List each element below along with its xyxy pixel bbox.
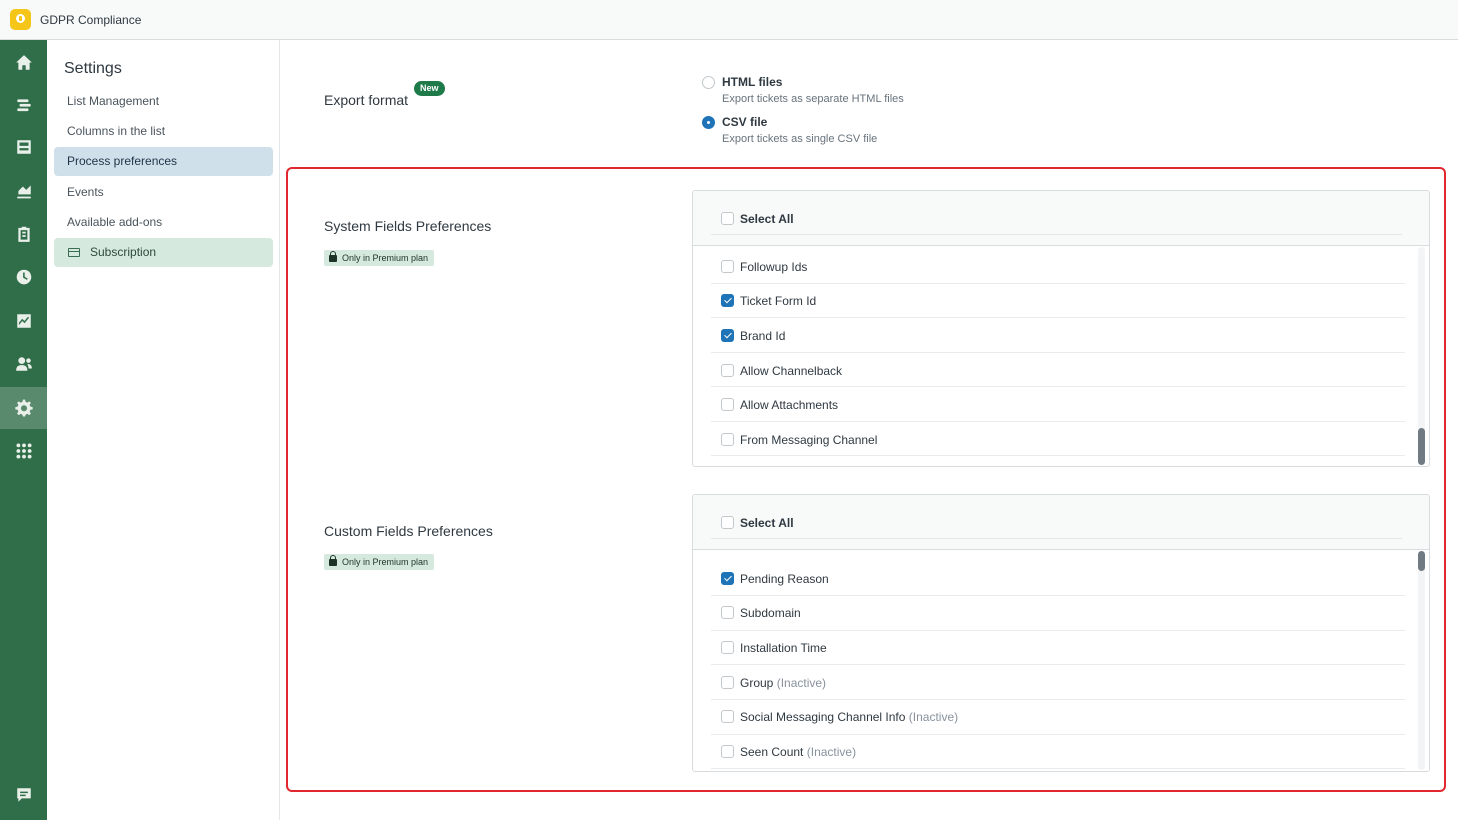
- custom-field-name: Social Messaging Channel Info: [740, 710, 906, 724]
- row-divider: [711, 768, 1405, 769]
- chat-icon[interactable]: [0, 774, 47, 816]
- product-nav-rail: [0, 40, 47, 820]
- custom-field-label: Pending Reason: [740, 572, 829, 586]
- reporting-icon[interactable]: [0, 170, 47, 212]
- custom-field-label: Installation Time: [740, 641, 827, 655]
- row-divider: [711, 595, 1405, 596]
- app-title: GDPR Compliance: [40, 13, 142, 27]
- system-field-checkbox[interactable]: [721, 260, 734, 273]
- custom-field-label: Group (Inactive): [740, 676, 826, 690]
- inactive-tag: (Inactive): [908, 710, 959, 724]
- system-field-checkbox[interactable]: [721, 329, 734, 342]
- home-icon[interactable]: [0, 42, 47, 84]
- row-divider: [711, 421, 1405, 422]
- system-fields-title: System Fields Preferences: [324, 218, 492, 234]
- system-scrollbar-thumb[interactable]: [1418, 428, 1425, 465]
- custom-field-name: Group: [740, 676, 774, 690]
- system-field-checkbox[interactable]: [721, 433, 734, 446]
- nav-item-available-add-ons[interactable]: Available add-ons: [54, 208, 273, 237]
- row-divider: [711, 317, 1405, 318]
- custom-fields-panel-header: Select All: [693, 495, 1429, 550]
- custom-select-all-label: Select All: [740, 516, 794, 530]
- row-divider: [711, 386, 1405, 387]
- csv-file-label: CSV file: [722, 115, 768, 129]
- clock-icon[interactable]: [0, 256, 47, 298]
- nav-item-subscription-label: Subscription: [90, 245, 157, 259]
- nav-item-list-management[interactable]: List Management: [54, 87, 273, 116]
- custom-field-name: Subdomain: [740, 606, 801, 620]
- users-icon[interactable]: [0, 343, 47, 385]
- apps-grid-icon[interactable]: [0, 430, 47, 472]
- lock-icon: [329, 555, 337, 566]
- nav-item-subscription[interactable]: Subscription: [54, 238, 273, 267]
- custom-field-checkbox[interactable]: [721, 572, 734, 585]
- custom-field-name: Installation Time: [740, 641, 827, 655]
- views-icon[interactable]: [0, 84, 47, 126]
- settings-icon[interactable]: [0, 387, 47, 429]
- row-divider: [711, 455, 1405, 456]
- custom-fields-premium-badge: Only in Premium plan: [324, 554, 435, 570]
- custom-field-checkbox[interactable]: [721, 606, 734, 619]
- app-logo-icon: [10, 9, 31, 30]
- system-field-label: From Messaging Channel: [740, 433, 878, 447]
- system-field-label: Allow Attachments: [740, 398, 839, 412]
- lock-icon: [329, 251, 337, 262]
- nav-item-process-preferences[interactable]: Process preferences: [54, 147, 273, 176]
- inbox-icon[interactable]: [0, 126, 47, 168]
- system-select-all-label: Select All: [740, 212, 794, 226]
- clipboard-icon[interactable]: [0, 213, 47, 255]
- sidebar-title: Settings: [64, 60, 122, 77]
- custom-field-name: Pending Reason: [740, 572, 829, 586]
- custom-field-label: Social Messaging Channel Info (Inactive): [740, 710, 958, 724]
- export-format-label: Export format: [324, 92, 409, 108]
- custom-fields-panel: Select All Pending Reason Subdomain Inst…: [692, 494, 1430, 772]
- system-field-checkbox[interactable]: [721, 398, 734, 411]
- system-field-label: Followup Ids: [740, 260, 808, 274]
- custom-fields-title: Custom Fields Preferences: [324, 523, 493, 539]
- system-fields-panel-header: Select All: [693, 191, 1429, 246]
- custom-field-checkbox[interactable]: [721, 641, 734, 654]
- row-divider: [711, 664, 1405, 665]
- custom-field-checkbox[interactable]: [721, 745, 734, 758]
- row-divider: [711, 283, 1405, 284]
- inactive-tag: (Inactive): [806, 745, 857, 759]
- nav-item-columns-in-the-list[interactable]: Columns in the list: [54, 117, 273, 146]
- row-divider: [711, 699, 1405, 700]
- nav-item-events[interactable]: Events: [54, 178, 273, 207]
- custom-scrollbar-track[interactable]: [1418, 551, 1425, 770]
- html-files-label: HTML files: [722, 75, 783, 89]
- custom-field-checkbox[interactable]: [721, 710, 734, 723]
- system-field-label: Brand Id: [740, 329, 786, 343]
- custom-select-all-checkbox[interactable]: [721, 516, 734, 529]
- row-divider: [711, 630, 1405, 631]
- header-divider: [711, 538, 1402, 539]
- csv-file-radio[interactable]: [702, 116, 715, 129]
- settings-sidebar: Settings List Management Columns in the …: [47, 40, 280, 820]
- custom-field-label: Subdomain: [740, 606, 801, 620]
- chart-icon[interactable]: [0, 300, 47, 342]
- system-select-all-checkbox[interactable]: [721, 212, 734, 225]
- premium-badge-text: Only in Premium plan: [342, 253, 429, 263]
- system-field-checkbox[interactable]: [721, 364, 734, 377]
- premium-badge-text: Only in Premium plan: [342, 557, 429, 567]
- top-bar: GDPR Compliance: [0, 0, 1458, 40]
- custom-field-label: Seen Count (Inactive): [740, 745, 856, 759]
- row-divider: [711, 352, 1405, 353]
- header-divider: [711, 234, 1402, 235]
- credit-card-icon: [68, 248, 80, 257]
- system-field-label: Allow Channelback: [740, 364, 843, 378]
- row-divider: [711, 734, 1405, 735]
- html-files-radio[interactable]: [702, 76, 715, 89]
- html-files-hint: Export tickets as separate HTML files: [722, 93, 904, 105]
- inactive-tag: (Inactive): [776, 676, 827, 690]
- system-fields-premium-badge: Only in Premium plan: [324, 250, 435, 266]
- new-badge: New: [414, 81, 445, 96]
- system-field-checkbox[interactable]: [721, 294, 734, 307]
- system-field-label: Ticket Form Id: [740, 294, 817, 308]
- custom-field-checkbox[interactable]: [721, 676, 734, 689]
- custom-scrollbar-thumb[interactable]: [1418, 551, 1425, 571]
- custom-field-name: Seen Count: [740, 745, 804, 759]
- system-fields-panel: Select All Followup Ids Ticket Form Id B…: [692, 190, 1430, 467]
- csv-file-hint: Export tickets as single CSV file: [722, 133, 878, 145]
